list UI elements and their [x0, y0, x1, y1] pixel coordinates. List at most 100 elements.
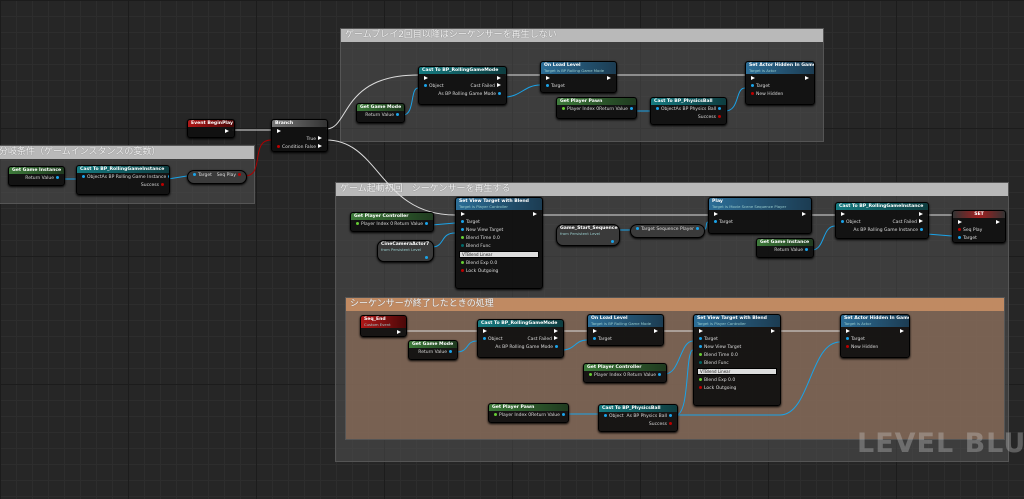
node-get-game-instance[interactable]: Get Game Instance Return Value	[8, 166, 65, 186]
node-variable-get[interactable]: Target Seq Play	[187, 170, 247, 184]
exec-out-pin[interactable]	[805, 76, 809, 80]
input-pin[interactable]: Blend Time 0.0	[697, 352, 738, 358]
pin-dot-icon[interactable]	[555, 344, 558, 348]
node-play[interactable]: Play Target is Movie Scene Sequence Playe…	[708, 197, 812, 234]
exec-out-pin[interactable]	[996, 220, 1000, 224]
input-pin[interactable]: Target	[749, 83, 770, 89]
input-pin[interactable]: Blend Exp 0.0	[697, 377, 735, 383]
pin-dot-icon[interactable]	[593, 336, 596, 340]
input-pin[interactable]: Object	[839, 219, 861, 225]
input-pin[interactable]: Blend Func	[697, 360, 729, 366]
exec-out-pin[interactable]	[654, 329, 658, 333]
input-pin[interactable]: Object	[602, 413, 624, 419]
input-pin[interactable]: Target	[634, 226, 655, 232]
exec-out-pin[interactable]	[919, 212, 923, 216]
pin-dot-icon[interactable]	[714, 219, 717, 223]
exec-out-pin[interactable]	[225, 129, 229, 133]
pin-dot-icon[interactable]	[161, 182, 164, 186]
pin-dot-icon[interactable]	[656, 106, 659, 110]
pin-dot-icon[interactable]	[449, 349, 452, 353]
pin-dot-icon[interactable]	[920, 227, 923, 231]
pin-dot-icon[interactable]	[561, 412, 565, 416]
exec-in-pin[interactable]	[424, 76, 428, 80]
node-get-game-instance[interactable]: Get Game Instance Return Value	[756, 238, 814, 258]
node-event-beginplay[interactable]: Event BeginPlay	[187, 119, 235, 138]
pin-dot-icon[interactable]	[805, 247, 808, 251]
exec-in-pin[interactable]	[846, 329, 850, 333]
input-pin[interactable]: Player Index 0	[587, 372, 626, 378]
pin-dot-icon[interactable]	[604, 413, 607, 417]
pin-dot-icon[interactable]	[461, 219, 464, 223]
pin-dot-icon[interactable]	[168, 174, 169, 178]
pin-dot-icon[interactable]	[699, 352, 702, 356]
exec-out-pin[interactable]	[318, 136, 322, 140]
input-pin[interactable]: Target	[956, 235, 977, 241]
pin-dot-icon[interactable]	[589, 372, 592, 376]
output-pin[interactable]: Cast Failed	[893, 219, 926, 225]
pin-dot-icon[interactable]	[461, 243, 464, 247]
output-pin[interactable]: Return Value	[25, 175, 61, 181]
output-pin[interactable]: Return Value	[774, 247, 810, 253]
exec-out-pin[interactable]	[607, 76, 611, 80]
exec-in-pin[interactable]	[546, 76, 550, 80]
pin-dot-icon[interactable]	[699, 377, 702, 381]
input-pin[interactable]: Target	[697, 336, 718, 342]
node-set-view-target-with-blend[interactable]: Set View Target with Blend Target is Play…	[693, 314, 781, 406]
output-pin[interactable]: As BP Physics Ball	[626, 413, 674, 419]
blend-func-dropdown[interactable]: VTBlend Linear	[459, 251, 539, 258]
output-pin[interactable]: Return Value	[418, 349, 454, 355]
input-pin[interactable]: Object	[481, 336, 503, 342]
input-pin[interactable]: Target	[712, 219, 733, 225]
pin-dot-icon[interactable]	[238, 172, 241, 176]
output-pin[interactable]: Return Value	[394, 221, 430, 227]
node-cast-to-bp-rollinggameinstance[interactable]: Cast To BP_RollingGameInstance Object As B…	[76, 165, 170, 195]
input-pin[interactable]: Object	[80, 174, 102, 180]
output-pin[interactable]: As BP Rolling Game Instance	[853, 227, 925, 233]
pin-dot-icon[interactable]	[483, 336, 486, 340]
input-pin[interactable]: Target	[191, 172, 212, 178]
input-pin[interactable]: Lock Outgoing	[697, 385, 736, 391]
exec-in-pin[interactable]	[277, 129, 281, 133]
exec-out-pin[interactable]	[554, 336, 558, 340]
output-pin[interactable]: As BP Rolling Game Instance	[102, 174, 169, 180]
exec-in-pin[interactable]	[958, 220, 962, 224]
pin-dot-icon[interactable]	[699, 385, 702, 389]
exec-in-pin[interactable]	[751, 76, 755, 80]
exec-out-pin[interactable]	[497, 83, 501, 87]
input-pin[interactable]: Object	[654, 106, 676, 112]
exec-out-pin[interactable]	[802, 212, 806, 216]
input-pin[interactable]: Player Index 0	[354, 221, 393, 227]
node-get-player-pawn[interactable]: Get Player Pawn Player Index 0 Return Valu…	[556, 97, 637, 119]
exec-out-pin[interactable]	[533, 212, 537, 216]
exec-out-pin[interactable]	[397, 330, 401, 334]
pin-dot-icon[interactable]	[498, 91, 501, 95]
node-cinecameraactor7[interactable]: CineCameraActor7 from Persistent Level	[377, 240, 434, 262]
output-pin[interactable]: Return Value	[599, 106, 635, 112]
input-pin[interactable]: Target	[459, 219, 480, 225]
node-cast-to-bp-rollinggameinstance[interactable]: Cast To BP_RollingGameInstance Object Cast…	[835, 202, 929, 239]
pin-dot-icon[interactable]	[958, 235, 961, 239]
node-on-load-level[interactable]: On Load Level Target is BP Rolling Game M…	[540, 61, 617, 93]
input-pin[interactable]: Player Index 0	[560, 106, 599, 112]
input-pin[interactable]: Seq Play	[956, 227, 982, 233]
exec-out-pin[interactable]	[318, 144, 322, 148]
output-pin[interactable]: Success	[141, 182, 166, 188]
blend-func-dropdown[interactable]: VTBlend Linear	[697, 368, 777, 375]
input-pin[interactable]: Condition	[275, 144, 303, 150]
input-pin[interactable]: Blend Func	[459, 243, 491, 249]
node-get-player-pawn[interactable]: Get Player Pawn Player Index 0 Return Valu…	[488, 403, 569, 423]
output-pin[interactable]: Return Value	[627, 372, 663, 378]
input-pin[interactable]: New Hidden	[749, 91, 783, 97]
output-pin[interactable]: Success	[698, 114, 723, 120]
input-pin[interactable]: New View Target	[459, 227, 503, 233]
exec-out-pin[interactable]	[554, 329, 558, 333]
node-set-actor-hidden-in-game[interactable]: Set Actor Hidden In Game Target is Actor T…	[745, 61, 815, 105]
node-on-load-level[interactable]: On Load Level Target is BP Rolling Game M…	[587, 314, 664, 346]
pin-dot-icon[interactable]	[751, 91, 754, 95]
node-cast-to-bp-rollinggamemode[interactable]: Cast To BP_RollingGameMode Object Cast Fai…	[477, 319, 564, 358]
exec-in-pin[interactable]	[699, 329, 703, 333]
node-cast-to-bp-physicsball[interactable]: Cast To BP_PhysicsBall Object As BP Physic…	[650, 97, 727, 125]
pin-dot-icon[interactable]	[696, 226, 699, 230]
input-pin[interactable]: Object	[422, 83, 444, 89]
node-set[interactable]: SET Seq Play Target	[952, 210, 1006, 243]
